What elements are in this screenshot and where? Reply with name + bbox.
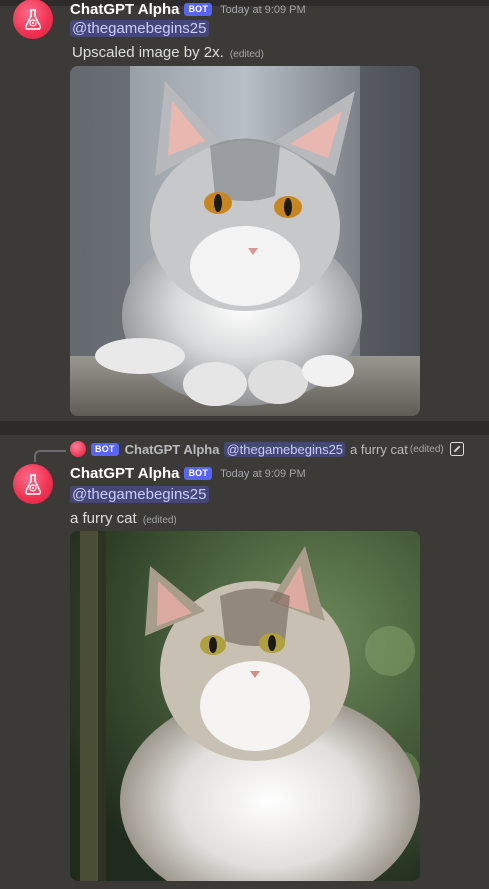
message-2: ChatGPT Alpha BOT Today at 9:09 PM @theg… <box>0 462 489 889</box>
message-divider <box>0 421 489 435</box>
attachment-image[interactable] <box>70 531 420 881</box>
message-header: ChatGPT Alpha BOT Today at 9:09 PM <box>70 465 306 482</box>
flask-logo-icon <box>24 474 42 495</box>
edited-label: (edited) <box>229 49 264 60</box>
user-mention[interactable]: @thegamebegins25 <box>70 486 209 503</box>
bot-avatar[interactable] <box>13 0 53 39</box>
reply-reference[interactable]: BOT ChatGPT Alpha @thegamebegins25 a fur… <box>0 437 489 462</box>
username[interactable]: ChatGPT Alpha <box>70 1 179 18</box>
reply-bot-badge: BOT <box>91 442 119 456</box>
message-text: a furry cat (edited) <box>70 510 177 527</box>
reply-edited-label: (edited) <box>409 443 444 455</box>
message-text-body: a furry cat <box>70 510 137 527</box>
reply-mention[interactable]: @thegamebegins25 <box>224 441 346 457</box>
reply-spine <box>34 450 66 462</box>
edited-label: (edited) <box>142 515 177 526</box>
message-text-body: Upscaled image by 2x. <box>72 44 224 61</box>
message-text: Upscaled image by 2x. (edited) <box>72 44 264 61</box>
attachment-image[interactable] <box>70 66 420 416</box>
user-mention[interactable]: @thegamebegins25 <box>70 20 209 37</box>
timestamp[interactable]: Today at 9:09 PM <box>220 468 306 480</box>
message-1: ChatGPT Alpha BOT Today at 9:09 PM @theg… <box>0 0 489 420</box>
bot-avatar-2[interactable] <box>13 464 53 504</box>
bot-badge: BOT <box>184 3 213 16</box>
username[interactable]: ChatGPT Alpha <box>70 465 179 482</box>
message-header: ChatGPT Alpha BOT Today at 9:09 PM <box>70 1 306 18</box>
reply-username[interactable]: ChatGPT Alpha <box>125 442 220 457</box>
reply-avatar <box>70 441 86 457</box>
bot-badge: BOT <box>184 467 213 480</box>
reply-text: a furry cat <box>350 441 408 457</box>
reply-content[interactable]: BOT ChatGPT Alpha @thegamebegins25 a fur… <box>70 441 464 457</box>
flask-logo-icon <box>24 9 42 30</box>
cat-image <box>70 66 420 416</box>
cat-image <box>70 531 420 881</box>
edit-pencil-icon <box>449 442 464 456</box>
timestamp[interactable]: Today at 9:09 PM <box>220 4 306 16</box>
